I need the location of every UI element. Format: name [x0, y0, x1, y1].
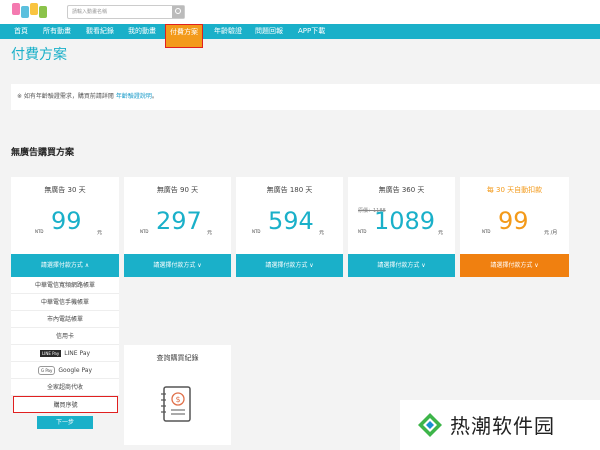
age-verify-link[interactable]: 年齡驗證說明 [116, 93, 152, 100]
plan-name: 每 30 天自動扣款 [486, 186, 543, 194]
main-nav: 首頁 所有動畫 觀看紀錄 我的動畫 付費方案 年齡驗證 問題回報 APP下載 [0, 24, 600, 48]
site-logo[interactable] [12, 3, 50, 21]
payment-option[interactable]: 信用卡 [11, 328, 119, 345]
nav-item-home[interactable]: 首頁 [14, 24, 28, 39]
plan-name: 無廣告 360 天 [378, 186, 425, 194]
payment-option-serial[interactable]: 購買序號 [13, 396, 118, 413]
payment-option-label: Google Pay [58, 367, 93, 374]
section-title: 無廣告購買方案 [11, 148, 75, 158]
plan-card-30: 無廣告 30 天 NTD 99 元 請選擇付款方式 ∧ [11, 177, 119, 277]
payment-option[interactable]: 中華電信手機帳單 [11, 294, 119, 311]
plan-price: 99 [498, 207, 529, 235]
payment-method-dropdown: 中華電信寬頻網路帳單 中華電信手機帳單 市內電話帳單 信用卡 LINE Pay L… [11, 277, 119, 413]
purchase-history-card[interactable]: 查詢購買紀錄 $ [124, 345, 231, 445]
watermark: 热潮软件园 [400, 400, 600, 450]
plan-name: 無廣告 180 天 [266, 186, 313, 194]
age-notice: ※ 如有年齡驗證需求，購買前請詳閱 年齡驗證說明。 [11, 84, 600, 110]
payment-select-button[interactable]: 請選擇付款方式 ∨ [236, 254, 343, 277]
payment-select-button[interactable]: 請選擇付款方式 ∨ [460, 254, 569, 277]
search-icon[interactable] [172, 6, 184, 18]
plan-price: 99 [51, 207, 82, 235]
page-title: 付費方案 [11, 47, 67, 63]
plan-currency: NTD [252, 229, 261, 234]
plan-card-360: 無廣告 360 天 原價：1188 NTD 1089 元 請選擇付款方式 ∨ [348, 177, 455, 277]
payment-select-button[interactable]: 請選擇付款方式 ∨ [348, 254, 455, 277]
plan-currency: NTD [35, 229, 44, 234]
plan-price: 594 [268, 207, 314, 235]
plan-unit: 元 [97, 230, 103, 236]
receipt-icon: $ [161, 386, 191, 422]
payment-option[interactable]: 中華電信寬頻網路帳單 [11, 277, 119, 294]
payment-option[interactable]: 全家超商代收 [11, 379, 119, 396]
payment-option-linepay[interactable]: LINE Pay LINE Pay [11, 345, 119, 362]
plan-currency: NTD [358, 229, 367, 234]
search-placeholder: 請輸入動畫名稱 [72, 9, 108, 15]
plan-unit: 元 [438, 230, 444, 236]
watermark-logo-icon [418, 413, 442, 437]
nav-item-history[interactable]: 觀看紀錄 [86, 24, 114, 39]
next-step-button[interactable]: 下一步 [37, 416, 93, 429]
plan-card-monthly: 每 30 天自動扣款 NTD 99 元 /月 請選擇付款方式 ∨ [460, 177, 569, 277]
notice-text: ※ 如有年齡驗證需求，購買前請詳閱 [17, 93, 114, 100]
payment-option[interactable]: 市內電話帳單 [11, 311, 119, 328]
payment-select-button[interactable]: 請選擇付款方式 ∨ [124, 254, 231, 277]
line-pay-icon: LINE Pay [39, 350, 62, 357]
plan-price: 297 [156, 207, 202, 235]
nav-item-age-verify[interactable]: 年齡驗證 [214, 24, 242, 39]
payment-option-label: LINE Pay [64, 350, 91, 357]
search-input[interactable]: 請輸入動畫名稱 [67, 5, 185, 19]
top-bar: 請輸入動畫名稱 [0, 0, 600, 24]
plan-card-90: 無廣告 90 天 NTD 297 元 請選擇付款方式 ∨ [124, 177, 231, 277]
purchase-history-title: 查詢購買紀錄 [156, 354, 199, 362]
nav-item-app-download[interactable]: APP下載 [298, 24, 325, 39]
plan-currency: NTD [482, 229, 491, 234]
nav-item-my-anime[interactable]: 我的動畫 [128, 24, 156, 39]
nav-item-plans[interactable]: 付費方案 [165, 24, 203, 48]
payment-select-button[interactable]: 請選擇付款方式 ∧ [11, 254, 119, 277]
nav-item-all-anime[interactable]: 所有動畫 [43, 24, 71, 39]
plan-unit: 元 [319, 230, 325, 236]
plan-name: 無廣告 90 天 [156, 186, 199, 194]
payment-option-googlepay[interactable]: G Pay Google Pay [11, 362, 119, 379]
svg-text:$: $ [175, 395, 180, 404]
plan-unit: 元 [207, 230, 213, 236]
notice-suffix: 。 [151, 93, 158, 100]
plan-unit: 元 /月 [544, 230, 558, 236]
nav-item-report[interactable]: 問題回報 [255, 24, 283, 39]
google-pay-icon: G Pay [37, 366, 56, 375]
plan-price: 1089 [374, 207, 436, 235]
plan-name: 無廣告 30 天 [44, 186, 86, 194]
plan-currency: NTD [140, 229, 149, 234]
watermark-text: 热潮软件园 [450, 414, 555, 438]
plan-card-180: 無廣告 180 天 NTD 594 元 請選擇付款方式 ∨ [236, 177, 343, 277]
